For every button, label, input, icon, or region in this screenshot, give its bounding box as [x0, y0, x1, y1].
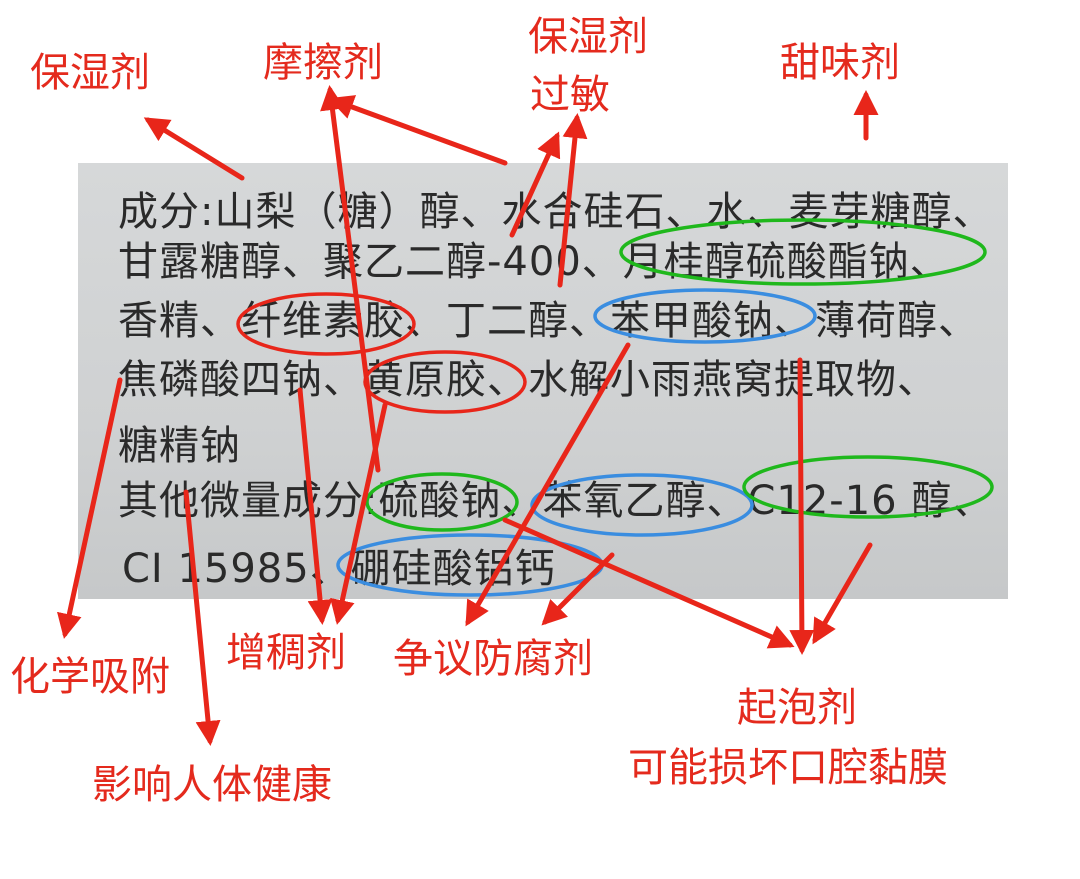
arrow-humectant [143, 117, 245, 181]
annotated-ingredient-photo: 成分:山梨（糖）醇、水合硅石、水、麦芽糖醇、 甘露糖醇、聚乙二醇-400、月桂醇… [0, 0, 1080, 879]
label-humectant-allergy-1: 保湿剂 [528, 14, 648, 60]
arrow-humectant-allergy-peg [509, 131, 561, 238]
ellipse-cellulose-gum [236, 292, 416, 356]
label-health-impact: 影响人体健康 [92, 762, 332, 808]
arrow-foaming-sls [789, 357, 815, 655]
arrow-foaming-sodium-sulfate [502, 517, 795, 649]
label-abrasive: 摩擦剂 [263, 40, 383, 86]
label-sweetener: 甜味剂 [780, 40, 900, 86]
arrow-humectant-allergy-main [557, 113, 588, 288]
ellipse-sodium-sulfate [365, 472, 519, 532]
label-thickener: 增稠剂 [226, 630, 346, 676]
label-humectant: 保湿剂 [30, 50, 150, 96]
arrow-preservative-benzoate [465, 342, 631, 627]
label-foaming-agent: 起泡剂 [737, 685, 857, 731]
arrow-abrasive-from-sodium-sulfate [320, 85, 381, 473]
ellipse-c12-16-alcohol [742, 455, 994, 519]
label-controversial-preservative: 争议防腐剂 [393, 636, 593, 682]
arrow-abrasive-from-silica [328, 95, 508, 166]
ellipse-xanthan-gum [363, 350, 527, 414]
ellipse-sodium-benzoate [593, 288, 817, 344]
arrow-thickener-cellulose [297, 387, 333, 625]
ellipse-sodium-lauryl-sulfate [619, 218, 987, 286]
arrow-foaming-c12 [812, 542, 873, 645]
arrow-chemical-adsorption [57, 377, 123, 639]
ellipse-phenoxyethanol [530, 473, 754, 537]
label-chemical-adsorption: 化学吸附 [10, 654, 170, 700]
arrow-health-impact [183, 489, 221, 746]
label-mucosa-damage: 可能损坏口腔黏膜 [628, 745, 948, 791]
label-humectant-allergy-2: 过敏 [530, 72, 610, 118]
